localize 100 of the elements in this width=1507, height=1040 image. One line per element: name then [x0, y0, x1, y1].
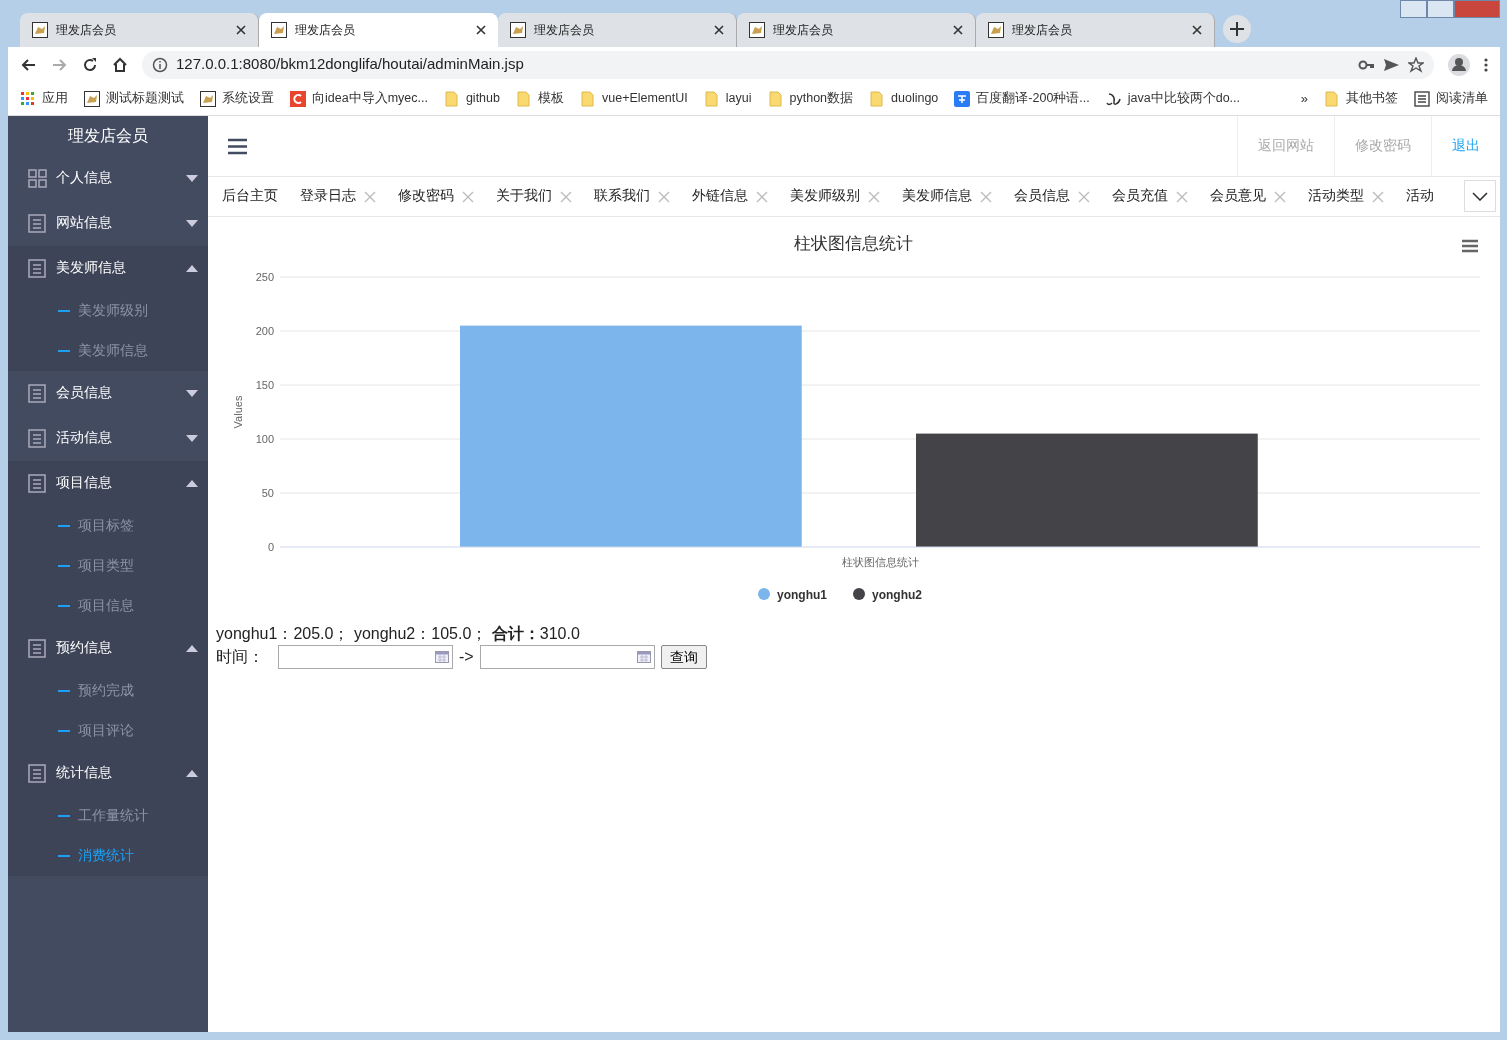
bookmark-folder[interactable]: 其他书签 — [1324, 89, 1398, 108]
chart-menu-icon[interactable] — [1460, 239, 1480, 253]
bookmark-link[interactable]: 测试标题测试 — [84, 89, 184, 108]
close-icon[interactable] — [1192, 25, 1202, 35]
expand-button[interactable] — [1464, 180, 1496, 212]
sidebar-item[interactable]: 美发师信息 — [8, 246, 208, 291]
sidebar-item[interactable]: 网站信息 — [8, 201, 208, 246]
bookmark-link[interactable]: layui — [703, 89, 752, 108]
bookmark-link[interactable]: 百度翻译-200种语... — [954, 89, 1090, 108]
caret-icon — [186, 480, 198, 487]
page-tab[interactable]: 关于我们 — [496, 186, 572, 207]
translate-icon — [954, 90, 971, 107]
apps-icon — [20, 90, 36, 107]
reload-icon[interactable] — [82, 56, 98, 73]
page-tab[interactable]: 美发师信息 — [902, 186, 992, 207]
x-tick-label: 柱状图信息统计 — [841, 556, 919, 568]
page-tab[interactable]: 会员意见 — [1210, 186, 1286, 207]
new-tab-button[interactable] — [1223, 15, 1251, 43]
page-tab[interactable]: 修改密码 — [398, 186, 474, 207]
c-logo-icon — [290, 90, 306, 107]
more-bookmarks-button[interactable]: » — [1300, 92, 1308, 105]
folder-icon — [703, 90, 720, 107]
browser-tab[interactable]: 理发店会员 — [20, 13, 259, 47]
page-tab[interactable]: 活动 — [1406, 186, 1434, 207]
grid-icon — [28, 169, 47, 188]
list-icon — [28, 474, 47, 493]
image-icon — [988, 22, 1004, 38]
maximize-button[interactable] — [1427, 0, 1454, 18]
menu-icon[interactable] — [228, 137, 247, 155]
list-icon — [28, 214, 47, 233]
menu-icon[interactable] — [1484, 56, 1488, 73]
sidebar-item[interactable]: 项目信息 — [8, 461, 208, 506]
sidebar-item[interactable]: 活动信息 — [8, 416, 208, 461]
star-icon[interactable] — [1408, 56, 1424, 73]
browser-tab[interactable]: 理发店会员 — [259, 13, 498, 47]
legend-label[interactable]: yonghu1 — [777, 588, 827, 602]
close-icon[interactable] — [714, 25, 724, 35]
close-icon[interactable] — [953, 25, 963, 35]
send-icon[interactable] — [1383, 56, 1400, 73]
bookmark-link[interactable]: 系统设置 — [200, 89, 274, 108]
bookmark-link[interactable]: duolingo — [869, 89, 939, 108]
legend-label[interactable]: yonghu2 — [872, 588, 922, 602]
list-icon — [28, 639, 47, 658]
sidebar-item[interactable]: 会员信息 — [8, 371, 208, 416]
page-tab[interactable]: 会员信息 — [1014, 186, 1090, 207]
address-bar[interactable]: 127.0.0.1:8080/bkm12donglifa/houtai/adminMain.jsp — [142, 50, 1434, 79]
y-axis-title: Values — [232, 395, 244, 429]
sidebar-item[interactable]: 个人信息 — [8, 156, 208, 201]
list-icon — [28, 429, 47, 448]
bookmark-link[interactable]: python数据 — [767, 89, 854, 108]
image-icon — [510, 22, 526, 38]
bookmark-link[interactable]: github — [443, 89, 500, 108]
time-label: 时间： — [216, 647, 264, 668]
list-icon — [28, 259, 47, 278]
page-tab[interactable]: 登录日志 — [300, 186, 376, 207]
page-tab[interactable]: 后台主页 — [222, 186, 278, 207]
forward-icon[interactable] — [51, 56, 68, 73]
folder-icon — [580, 90, 596, 107]
sidebar-item[interactable]: 统计信息 — [8, 751, 208, 796]
bookmark-link[interactable]: java中比较两个do... — [1105, 89, 1240, 108]
page-tab[interactable]: 美发师级别 — [790, 186, 880, 207]
reading-list-link[interactable]: 阅读清单 — [1414, 89, 1488, 108]
bookmark-link[interactable]: 模板 — [516, 89, 564, 108]
list-icon — [1414, 90, 1430, 107]
caret-icon — [186, 645, 198, 652]
caret-icon — [186, 175, 198, 182]
browser-tab[interactable]: 理发店会员 — [737, 13, 976, 47]
caret-icon — [186, 435, 198, 442]
back-icon[interactable] — [20, 56, 37, 73]
page-tab[interactable]: 会员充值 — [1112, 186, 1188, 207]
search-button[interactable]: 查询 — [660, 645, 707, 670]
calendar-icon[interactable] — [636, 650, 651, 665]
home-icon[interactable] — [112, 56, 128, 73]
image-icon — [749, 22, 765, 38]
folder-icon — [1324, 90, 1340, 107]
browser-tab[interactable]: 理发店会员 — [498, 13, 737, 47]
bookmark-link[interactable]: 向idea中导入myec... — [290, 89, 428, 108]
bookmark-link[interactable]: vue+ElementUI — [580, 89, 688, 108]
page-tab[interactable]: 联系我们 — [594, 186, 670, 207]
image-icon — [271, 22, 287, 38]
caret-icon — [186, 770, 198, 777]
chevron-down-icon — [1472, 191, 1488, 201]
close-icon[interactable] — [476, 25, 486, 35]
close-icon[interactable] — [236, 25, 246, 35]
caret-icon — [186, 265, 198, 272]
sidebar-item[interactable]: 预约信息 — [8, 626, 208, 671]
folder-icon — [767, 90, 784, 107]
caret-icon — [186, 390, 198, 397]
calendar-icon[interactable] — [435, 650, 449, 665]
range-arrow: -> — [459, 647, 474, 668]
minimize-button[interactable] — [1400, 0, 1427, 18]
page-tab[interactable]: 外链信息 — [692, 186, 768, 207]
sidebar-subitem[interactable]: 消费统计 — [8, 836, 208, 876]
date-field[interactable] — [479, 645, 655, 670]
image-icon — [200, 90, 216, 107]
browser-tab[interactable]: 理发店会员 — [976, 13, 1215, 47]
bookmark-link[interactable]: 应用 — [20, 89, 68, 108]
avatar-icon[interactable] — [1448, 53, 1470, 76]
date-field[interactable] — [278, 645, 453, 670]
page-tab[interactable]: 活动类型 — [1308, 186, 1384, 207]
